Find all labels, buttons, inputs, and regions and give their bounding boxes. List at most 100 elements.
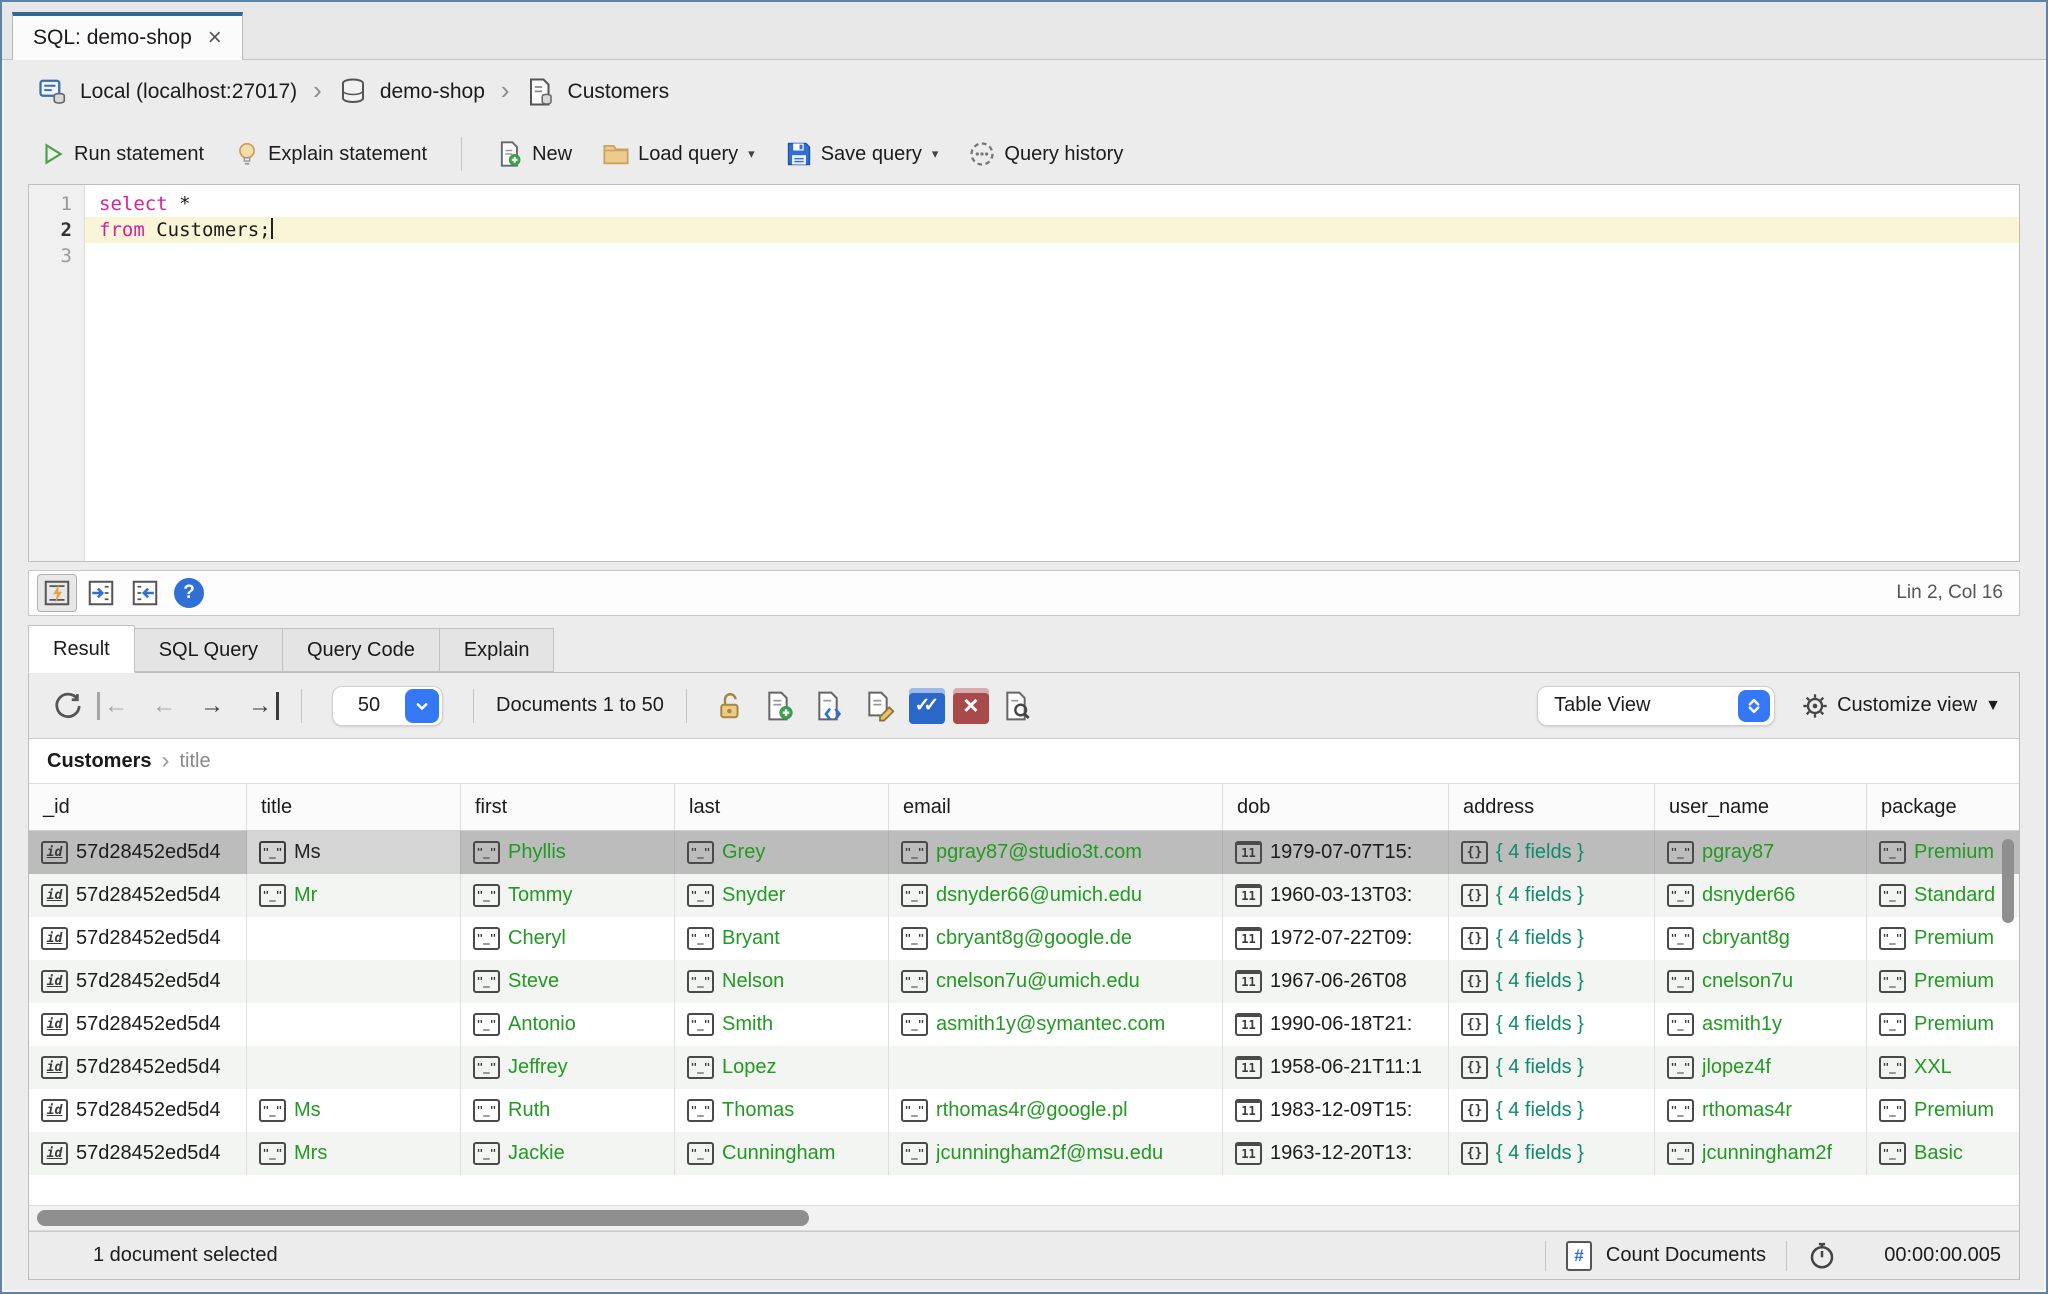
cell-title[interactable]: "_" Ms — [247, 831, 461, 874]
cell-dob[interactable]: 11 1963-12-20T13: — [1223, 1132, 1449, 1175]
cell-title[interactable] — [247, 960, 461, 1003]
cell-package[interactable]: "_" Premium — [1867, 960, 2019, 1003]
table-row[interactable]: id 57d28452ed5d4 "_" Mr "_" Tommy "_" Snyder "_"… — [29, 874, 2019, 917]
save-query-button[interactable]: Save query ▾ — [775, 134, 949, 174]
cell-email[interactable]: "_" jcunningham2f@msu.edu — [889, 1132, 1223, 1175]
cell-address[interactable]: {} { 4 fields } — [1449, 874, 1655, 917]
cell-email[interactable]: "_" dsnyder66@umich.edu — [889, 874, 1223, 917]
column-header-email[interactable]: email — [889, 784, 1223, 830]
tab-result[interactable]: Result — [28, 625, 135, 673]
cell-first[interactable]: "_" Steve — [461, 960, 675, 1003]
cell-email[interactable]: "_" rthomas4r@google.pl — [889, 1089, 1223, 1132]
cell-email[interactable]: "_" cnelson7u@umich.edu — [889, 960, 1223, 1003]
tab-sql-query[interactable]: SQL Query — [133, 628, 283, 672]
cell-_id[interactable]: id 57d28452ed5d4 — [29, 960, 247, 1003]
horizontal-scrollbar-track[interactable] — [29, 1205, 2019, 1231]
tab-explain[interactable]: Explain — [438, 628, 555, 672]
cell-last[interactable]: "_" Cunningham — [675, 1132, 889, 1175]
cell-dob[interactable]: 11 1958-06-21T11:1 — [1223, 1046, 1449, 1089]
select-stepper-icon[interactable] — [1738, 689, 1771, 722]
vertical-scrollbar[interactable] — [2002, 839, 2014, 923]
sql-editor[interactable]: 1 2 3 select * from Customers; — [28, 184, 2020, 562]
cell-dob[interactable]: 11 1979-07-07T15: — [1223, 831, 1449, 874]
cell-package[interactable]: "_" Basic — [1867, 1132, 2019, 1175]
cell-address[interactable]: {} { 4 fields } — [1449, 917, 1655, 960]
cell-title[interactable] — [247, 1003, 461, 1046]
cell-first[interactable]: "_" Jeffrey — [461, 1046, 675, 1089]
edit-document-icon[interactable] — [859, 685, 901, 727]
help-button[interactable]: ? — [169, 574, 209, 612]
cell-_id[interactable]: id 57d28452ed5d4 — [29, 1003, 247, 1046]
breadcrumb-database[interactable]: demo-shop — [380, 80, 485, 104]
run-statement-button[interactable]: Run statement — [30, 135, 214, 173]
add-document-icon[interactable] — [759, 685, 801, 727]
explain-statement-button[interactable]: Explain statement — [224, 135, 437, 173]
cell-address[interactable]: {} { 4 fields } — [1449, 960, 1655, 1003]
insert-json-document-icon[interactable] — [809, 685, 851, 727]
cell-user_name[interactable]: "_" jlopez4f — [1655, 1046, 1867, 1089]
cell-package[interactable]: "_" Premium — [1867, 1003, 2019, 1046]
cell-dob[interactable]: 11 1990-06-18T21: — [1223, 1003, 1449, 1046]
cell-email[interactable]: "_" asmith1y@symantec.com — [889, 1003, 1223, 1046]
cell-last[interactable]: "_" Thomas — [675, 1089, 889, 1132]
indent-right-button[interactable] — [81, 574, 121, 612]
table-row[interactable]: id 57d28452ed5d4 "_" Mrs "_" Jackie "_" Cunning… — [29, 1132, 2019, 1175]
cell-first[interactable]: "_" Antonio — [461, 1003, 675, 1046]
cell-package[interactable]: "_" XXL — [1867, 1046, 2019, 1089]
customize-view-button[interactable]: Customize view ▼ — [1801, 692, 2001, 720]
cell-first[interactable]: "_" Ruth — [461, 1089, 675, 1132]
cell-user_name[interactable]: "_" jcunningham2f — [1655, 1132, 1867, 1175]
cell-address[interactable]: {} { 4 fields } — [1449, 1003, 1655, 1046]
cell-user_name[interactable]: "_" rthomas4r — [1655, 1089, 1867, 1132]
query-history-button[interactable]: Query history — [958, 134, 1133, 174]
cell-first[interactable]: "_" Jackie — [461, 1132, 675, 1175]
indent-left-button[interactable] — [125, 574, 165, 612]
cell-package[interactable]: "_" Premium — [1867, 917, 2019, 960]
horizontal-scrollbar-thumb[interactable] — [37, 1210, 809, 1226]
breadcrumb-connection[interactable]: Local (localhost:27017) — [80, 80, 297, 104]
cell-address[interactable]: {} { 4 fields } — [1449, 831, 1655, 874]
column-header-user_name[interactable]: user_name — [1655, 784, 1867, 830]
previous-page-button[interactable]: ← — [144, 692, 184, 720]
cell-title[interactable]: "_" Mrs — [247, 1132, 461, 1175]
chevron-down-icon[interactable] — [405, 688, 439, 723]
table-row[interactable]: id 57d28452ed5d4 "_" Cheryl "_" Bryant "_" cbry… — [29, 917, 2019, 960]
column-header-_id[interactable]: _id — [29, 784, 247, 830]
cell-user_name[interactable]: "_" cnelson7u — [1655, 960, 1867, 1003]
cell-email[interactable]: "_" pgray87@studio3t.com — [889, 831, 1223, 874]
cell-user_name[interactable]: "_" asmith1y — [1655, 1003, 1867, 1046]
cell-last[interactable]: "_" Nelson — [675, 960, 889, 1003]
cell-address[interactable]: {} { 4 fields } — [1449, 1132, 1655, 1175]
refresh-icon[interactable] — [47, 685, 89, 727]
cell-email[interactable] — [889, 1046, 1223, 1089]
cell-_id[interactable]: id 57d28452ed5d4 — [29, 917, 247, 960]
cell-address[interactable]: {} { 4 fields } — [1449, 1089, 1655, 1132]
cell-dob[interactable]: 11 1960-03-13T03: — [1223, 874, 1449, 917]
cell-last[interactable]: "_" Bryant — [675, 917, 889, 960]
cell-_id[interactable]: id 57d28452ed5d4 — [29, 1132, 247, 1175]
cell-last[interactable]: "_" Smith — [675, 1003, 889, 1046]
page-size-combobox[interactable]: 50 — [332, 685, 443, 726]
cell-title[interactable] — [247, 1046, 461, 1089]
unlock-icon[interactable] — [709, 685, 751, 727]
cell-address[interactable]: {} { 4 fields } — [1449, 1046, 1655, 1089]
editor-code-area[interactable]: select * from Customers; — [85, 185, 2019, 561]
tab-query-code[interactable]: Query Code — [282, 628, 440, 672]
cell-_id[interactable]: id 57d28452ed5d4 — [29, 1046, 247, 1089]
cell-user_name[interactable]: "_" dsnyder66 — [1655, 874, 1867, 917]
cell-last[interactable]: "_" Grey — [675, 831, 889, 874]
cell-package[interactable]: "_" Premium — [1867, 1089, 2019, 1132]
cell-package[interactable]: "_" Standard — [1867, 874, 2019, 917]
new-query-button[interactable]: New — [486, 134, 582, 174]
table-row[interactable]: id 57d28452ed5d4 "_" Ms "_" Ruth "_" Thomas "_" r… — [29, 1089, 2019, 1132]
cell-title[interactable] — [247, 917, 461, 960]
table-row[interactable]: id 57d28452ed5d4 "_" Steve "_" Nelson "_" cnels… — [29, 960, 2019, 1003]
cell-first[interactable]: "_" Phyllis — [461, 831, 675, 874]
last-page-button[interactable]: → — [240, 691, 279, 720]
column-header-first[interactable]: first — [461, 784, 675, 830]
cell-user_name[interactable]: "_" cbryant8g — [1655, 917, 1867, 960]
column-header-dob[interactable]: dob — [1223, 784, 1449, 830]
cell-user_name[interactable]: "_" pgray87 — [1655, 831, 1867, 874]
first-page-button[interactable]: ← — [97, 691, 136, 720]
cell-dob[interactable]: 11 1967-06-26T08 — [1223, 960, 1449, 1003]
